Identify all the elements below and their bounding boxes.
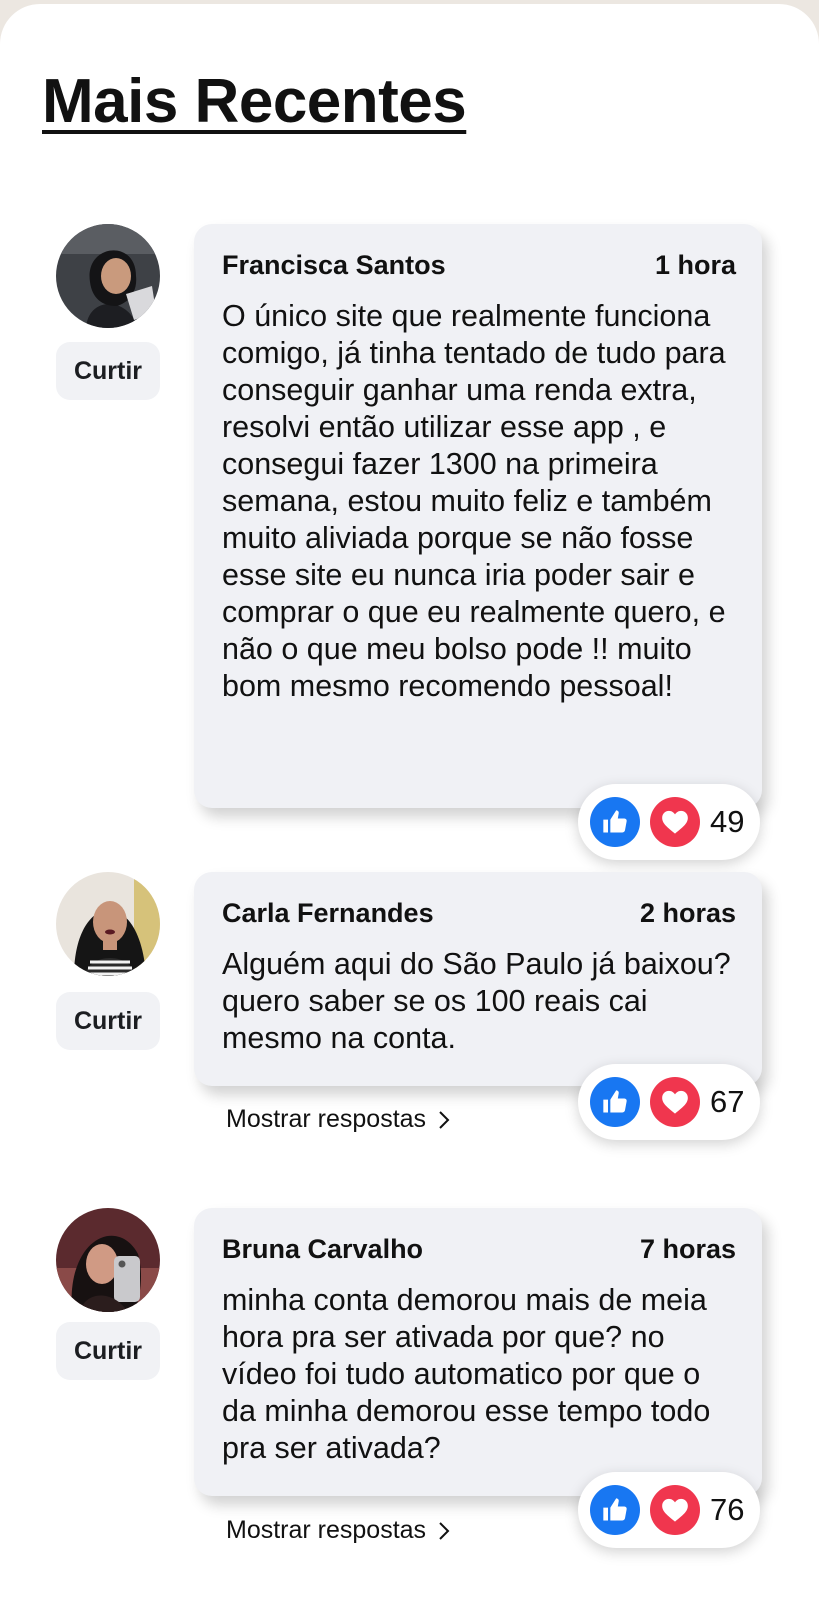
page-title: Mais Recentes [42, 67, 467, 136]
reaction-count: 76 [710, 1492, 745, 1527]
reaction-summary[interactable]: 49 [578, 784, 761, 860]
comment-author[interactable]: Francisca Santos [222, 250, 446, 281]
comments-card: Mais Recentes Curtir Francisca Santos 1 … [0, 4, 819, 1624]
comment-time: 1 hora [654, 250, 736, 280]
like-icon [590, 797, 640, 847]
comment-bubble: Carla Fernandes 2 horas Alguém aqui do S… [194, 872, 762, 1086]
comment-bubble: Francisca Santos 1 hora O único site que… [194, 224, 762, 808]
reaction-summary[interactable]: 67 [578, 1064, 761, 1140]
chevron-right-icon [439, 1110, 450, 1129]
show-replies-link[interactable]: Mostrar respostas [226, 1516, 450, 1545]
comment-time: 2 horas [639, 898, 736, 928]
avatar[interactable] [56, 1208, 160, 1312]
comment-text: O único site que realmente funciona comi… [222, 299, 726, 703]
comment-author[interactable]: Bruna Carvalho [222, 1234, 423, 1265]
heart-icon [650, 1077, 700, 1127]
comment-text: minha conta demorou mais de meia hora pr… [222, 1283, 711, 1465]
show-replies-link[interactable]: Mostrar respostas [226, 1105, 450, 1134]
like-button[interactable]: Curtir [56, 992, 160, 1050]
comment-author[interactable]: Carla Fernandes [222, 898, 434, 929]
reaction-count: 49 [710, 804, 745, 839]
reaction-count: 67 [710, 1084, 745, 1119]
like-icon [590, 1485, 640, 1535]
comment-text: Alguém aqui do São Paulo já baixou? quer… [222, 947, 731, 1055]
chevron-right-icon [439, 1521, 450, 1540]
comment-header: Carla Fernandes 2 horas [222, 898, 736, 932]
avatar[interactable] [56, 224, 160, 328]
comment-bubble: Bruna Carvalho 7 horas minha conta demor… [194, 1208, 762, 1496]
avatar[interactable] [56, 872, 160, 976]
comment-time: 7 horas [639, 1234, 736, 1264]
like-icon [590, 1077, 640, 1127]
like-button[interactable]: Curtir [56, 342, 160, 400]
comment-header: Francisca Santos 1 hora [222, 250, 736, 284]
reaction-summary[interactable]: 76 [578, 1472, 761, 1548]
show-replies-label: Mostrar respostas [226, 1516, 427, 1544]
show-replies-label: Mostrar respostas [226, 1105, 427, 1133]
heart-icon [650, 1485, 700, 1535]
comment-header: Bruna Carvalho 7 horas [222, 1234, 736, 1268]
like-button[interactable]: Curtir [56, 1322, 160, 1380]
heart-icon [650, 797, 700, 847]
